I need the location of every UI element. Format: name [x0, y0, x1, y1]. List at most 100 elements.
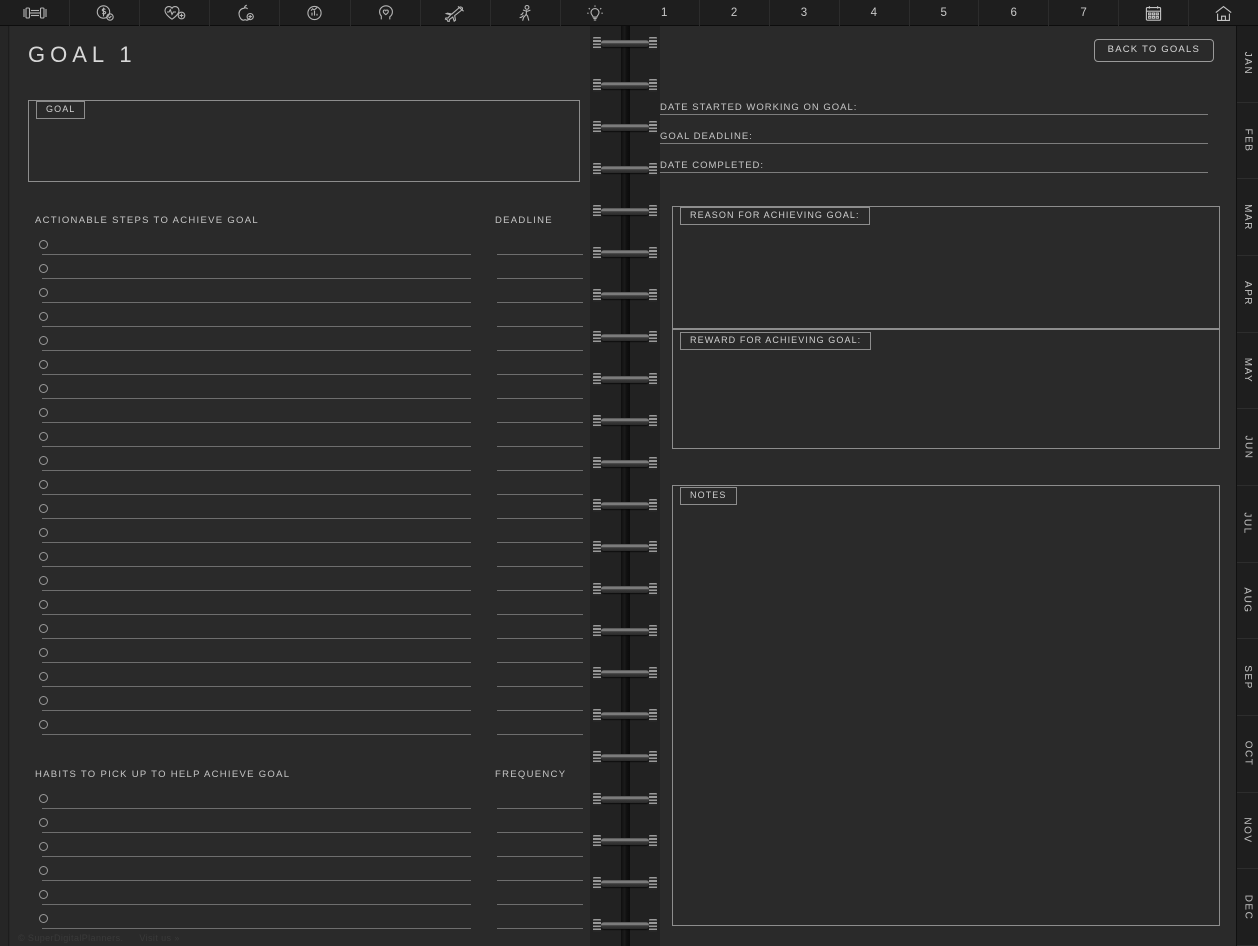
step-deadline-row[interactable] [497, 426, 583, 450]
date-completed-field[interactable]: DATE COMPLETED: [660, 155, 1208, 173]
habit-frequency-row[interactable] [497, 812, 583, 836]
checkbox-circle-icon[interactable] [39, 600, 48, 609]
month-tab-aug[interactable]: AUG [1237, 563, 1258, 640]
step-deadline-row[interactable] [497, 690, 583, 714]
month-tab-jan[interactable]: JAN [1237, 26, 1258, 103]
checkbox-circle-icon[interactable] [39, 408, 48, 417]
checkbox-circle-icon[interactable] [39, 794, 48, 803]
step-row[interactable] [39, 594, 471, 618]
step-row[interactable] [39, 474, 471, 498]
tab-nutrition[interactable] [210, 0, 280, 26]
tab-travel[interactable] [421, 0, 491, 26]
step-row[interactable] [39, 642, 471, 666]
step-row[interactable] [39, 234, 471, 258]
checkbox-circle-icon[interactable] [39, 528, 48, 537]
checkbox-circle-icon[interactable] [39, 648, 48, 657]
step-row[interactable] [39, 426, 471, 450]
step-row[interactable] [39, 714, 471, 738]
tab-health[interactable] [140, 0, 210, 26]
step-row[interactable] [39, 546, 471, 570]
tab-self-care[interactable] [491, 0, 561, 26]
habit-frequency-row[interactable] [497, 860, 583, 884]
checkbox-circle-icon[interactable] [39, 624, 48, 633]
checkbox-circle-icon[interactable] [39, 914, 48, 923]
tab-calendar[interactable] [1119, 0, 1189, 26]
step-row[interactable] [39, 522, 471, 546]
step-deadline-row[interactable] [497, 234, 583, 258]
tab-mindfulness[interactable] [351, 0, 421, 26]
step-deadline-row[interactable] [497, 282, 583, 306]
checkbox-circle-icon[interactable] [39, 360, 48, 369]
step-row[interactable] [39, 618, 471, 642]
month-tab-feb[interactable]: FEB [1237, 103, 1258, 180]
month-tab-apr[interactable]: APR [1237, 256, 1258, 333]
goal-deadline-field[interactable]: GOAL DEADLINE: [660, 126, 1208, 144]
step-deadline-row[interactable] [497, 618, 583, 642]
habit-row[interactable] [39, 836, 471, 860]
tab-day-3[interactable]: 3 [770, 0, 840, 26]
step-row[interactable] [39, 450, 471, 474]
step-deadline-row[interactable] [497, 378, 583, 402]
checkbox-circle-icon[interactable] [39, 696, 48, 705]
back-to-goals-button[interactable]: BACK TO GOALS [1094, 39, 1214, 62]
step-row[interactable] [39, 570, 471, 594]
checkbox-circle-icon[interactable] [39, 456, 48, 465]
habit-frequency-row[interactable] [497, 908, 583, 932]
step-deadline-row[interactable] [497, 402, 583, 426]
step-deadline-row[interactable] [497, 306, 583, 330]
habit-row[interactable] [39, 908, 471, 932]
step-row[interactable] [39, 690, 471, 714]
tab-day-5[interactable]: 5 [910, 0, 980, 26]
step-deadline-row[interactable] [497, 450, 583, 474]
checkbox-circle-icon[interactable] [39, 312, 48, 321]
month-tab-jun[interactable]: JUN [1237, 409, 1258, 486]
tab-day-6[interactable]: 6 [979, 0, 1049, 26]
habit-row[interactable] [39, 788, 471, 812]
step-deadline-row[interactable] [497, 594, 583, 618]
month-tab-oct[interactable]: OCT [1237, 716, 1258, 793]
habit-row[interactable] [39, 812, 471, 836]
tab-ideas[interactable] [561, 0, 630, 26]
step-deadline-row[interactable] [497, 666, 583, 690]
checkbox-circle-icon[interactable] [39, 866, 48, 875]
checkbox-circle-icon[interactable] [39, 842, 48, 851]
footer-visit-link[interactable]: Visit us » [139, 933, 179, 943]
checkbox-circle-icon[interactable] [39, 384, 48, 393]
tab-home[interactable] [1189, 0, 1258, 26]
month-tab-sep[interactable]: SEP [1237, 639, 1258, 716]
step-deadline-row[interactable] [497, 330, 583, 354]
tab-day-4[interactable]: 4 [840, 0, 910, 26]
month-tab-mar[interactable]: MAR [1237, 179, 1258, 256]
step-row[interactable] [39, 378, 471, 402]
month-tab-may[interactable]: MAY [1237, 333, 1258, 410]
checkbox-circle-icon[interactable] [39, 264, 48, 273]
habit-frequency-row[interactable] [497, 884, 583, 908]
step-deadline-row[interactable] [497, 474, 583, 498]
habit-row[interactable] [39, 884, 471, 908]
step-deadline-row[interactable] [497, 570, 583, 594]
step-deadline-row[interactable] [497, 546, 583, 570]
date-started-field[interactable]: DATE STARTED WORKING ON GOAL: [660, 97, 1208, 115]
checkbox-circle-icon[interactable] [39, 432, 48, 441]
checkbox-circle-icon[interactable] [39, 818, 48, 827]
habit-frequency-row[interactable] [497, 836, 583, 860]
checkbox-circle-icon[interactable] [39, 720, 48, 729]
step-deadline-row[interactable] [497, 714, 583, 738]
checkbox-circle-icon[interactable] [39, 890, 48, 899]
tab-day-1[interactable]: 1 [630, 0, 700, 26]
tab-day-7[interactable]: 7 [1049, 0, 1119, 26]
step-row[interactable] [39, 666, 471, 690]
step-deadline-row[interactable] [497, 642, 583, 666]
tab-progress[interactable] [280, 0, 350, 26]
step-row[interactable] [39, 354, 471, 378]
step-row[interactable] [39, 330, 471, 354]
step-row[interactable] [39, 402, 471, 426]
checkbox-circle-icon[interactable] [39, 576, 48, 585]
goal-box[interactable] [28, 100, 580, 182]
checkbox-circle-icon[interactable] [39, 672, 48, 681]
checkbox-circle-icon[interactable] [39, 336, 48, 345]
step-deadline-row[interactable] [497, 498, 583, 522]
notes-box[interactable] [672, 485, 1220, 926]
month-tab-nov[interactable]: NOV [1237, 793, 1258, 870]
step-deadline-row[interactable] [497, 522, 583, 546]
